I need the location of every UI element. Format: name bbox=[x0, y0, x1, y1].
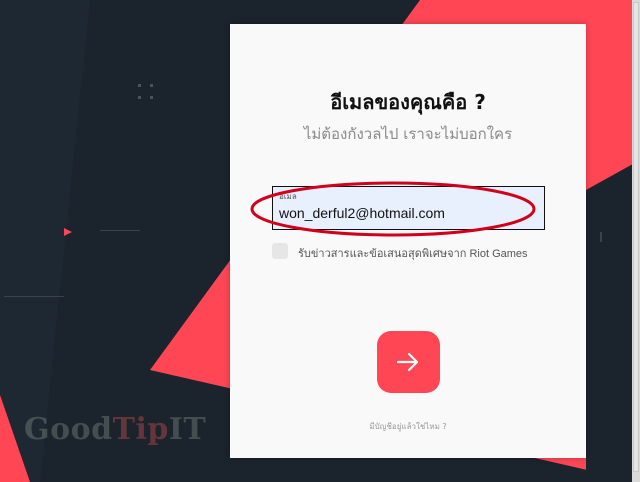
watermark-part-good: Good bbox=[24, 412, 113, 447]
scrollbar-thumb[interactable] bbox=[633, 2, 639, 472]
newsletter-checkbox-label[interactable]: รับข่าวสารและข้อเสนอสุดพิเศษจาก Riot Gam… bbox=[298, 244, 528, 262]
page-subtitle: ไม่ต้องกังวลไป เราจะไม่บอกใคร bbox=[303, 125, 513, 143]
arrow-right-icon bbox=[396, 352, 419, 372]
highlight-ellipse bbox=[250, 181, 536, 237]
newsletter-checkbox[interactable] bbox=[272, 243, 288, 259]
page-title: อีเมลของคุณคือ ? bbox=[330, 90, 486, 114]
existing-account-link[interactable]: มีบัญชีอยู่แล้วใช่ไหม ? bbox=[230, 420, 586, 433]
next-button[interactable] bbox=[377, 331, 440, 393]
watermark-part-tip: Tip bbox=[112, 412, 169, 447]
watermark-part-it: IT bbox=[168, 412, 207, 447]
vertical-scrollbar[interactable] bbox=[632, 0, 640, 482]
watermark-logo: GoodTipIT bbox=[24, 412, 206, 447]
